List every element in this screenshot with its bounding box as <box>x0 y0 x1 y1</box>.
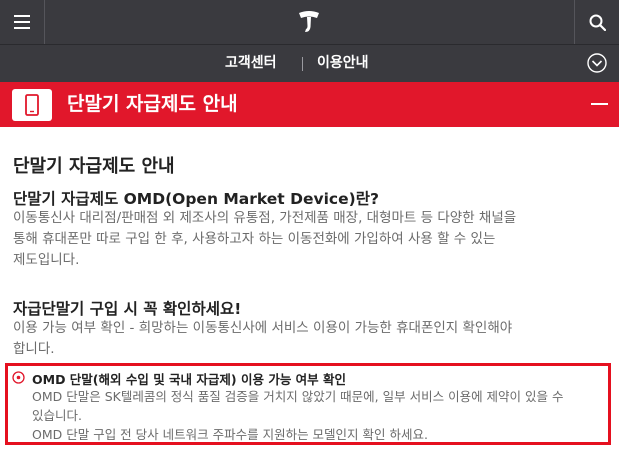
sub-navigation: 고객센터 이용안내 <box>0 45 619 82</box>
text-line: 합니다. <box>13 341 55 357</box>
menu-button[interactable] <box>0 0 45 44</box>
text-line: OMD 단말 구입 전 당사 네트워크 주파수를 지원하는 모델인지 확인 하세… <box>32 427 428 442</box>
hamburger-menu-icon <box>14 15 30 29</box>
banner-title: 단말기 자급제도 안내 <box>67 93 238 115</box>
collapse-icon[interactable] <box>591 103 608 105</box>
nav-usage-guide[interactable]: 이용안내 <box>317 45 369 82</box>
search-icon <box>589 14 606 31</box>
omd-definition-text: 이동통신사 대리점/판매점 외 제조사의 유통점, 가전제품 매장, 대형마트 … <box>13 208 611 271</box>
check-title: 자급단말기 구입 시 꼭 확인하세요! <box>13 300 242 318</box>
highlight-box: OMD 단말(해외 수입 및 국내 자급제) 이용 가능 여부 확인 OMD 단… <box>5 363 611 445</box>
check-text: 이용 가능 여부 확인 - 희망하는 이동통신사에 서비스 이용이 가능한 휴대… <box>13 318 611 360</box>
box-title: OMD 단말(해외 수입 및 국내 자급제) 이용 가능 여부 확인 <box>32 372 347 387</box>
nav-customer-center[interactable]: 고객센터 <box>225 45 277 82</box>
search-button[interactable] <box>574 0 619 44</box>
mobile-phone-icon <box>12 89 52 121</box>
page-title: 단말기 자급제도 안내 <box>13 156 175 177</box>
section-banner[interactable]: 단말기 자급제도 안내 <box>0 82 619 127</box>
radio-bullet-icon <box>12 371 25 384</box>
text-line: 제도입니다. <box>13 252 80 268</box>
box-text: OMD 단말은 SK텔레콤의 정식 품질 검증을 거치지 않았기 때문에, 일부… <box>32 387 607 444</box>
omd-definition-title: 단말기 자급제도 OMD(Open Market Device)란? <box>13 190 379 208</box>
text-line: OMD 단말은 SK텔레콤의 정식 품질 검증을 거치지 않았기 때문에, 일부… <box>32 389 564 404</box>
t-logo-icon[interactable] <box>296 10 322 34</box>
page: 고객센터 이용안내 단말기 자급제도 안내 단말기 자급제도 안내 단말기 자급… <box>0 0 619 459</box>
text-line: 이용 가능 여부 확인 - 희망하는 이동통신사에 서비스 이용이 가능한 휴대… <box>13 320 513 336</box>
text-line: 이동통신사 대리점/판매점 외 제조사의 유통점, 가전제품 매장, 대형마트 … <box>13 210 517 226</box>
text-line: 통해 휴대폰만 따로 구입 한 후, 사용하고자 하는 이동전화에 가입하여 사… <box>13 231 496 247</box>
top-header <box>0 0 619 45</box>
nav-divider <box>302 57 303 71</box>
text-line: 있습니다. <box>32 408 82 423</box>
chevron-down-circle-icon[interactable] <box>587 53 607 73</box>
